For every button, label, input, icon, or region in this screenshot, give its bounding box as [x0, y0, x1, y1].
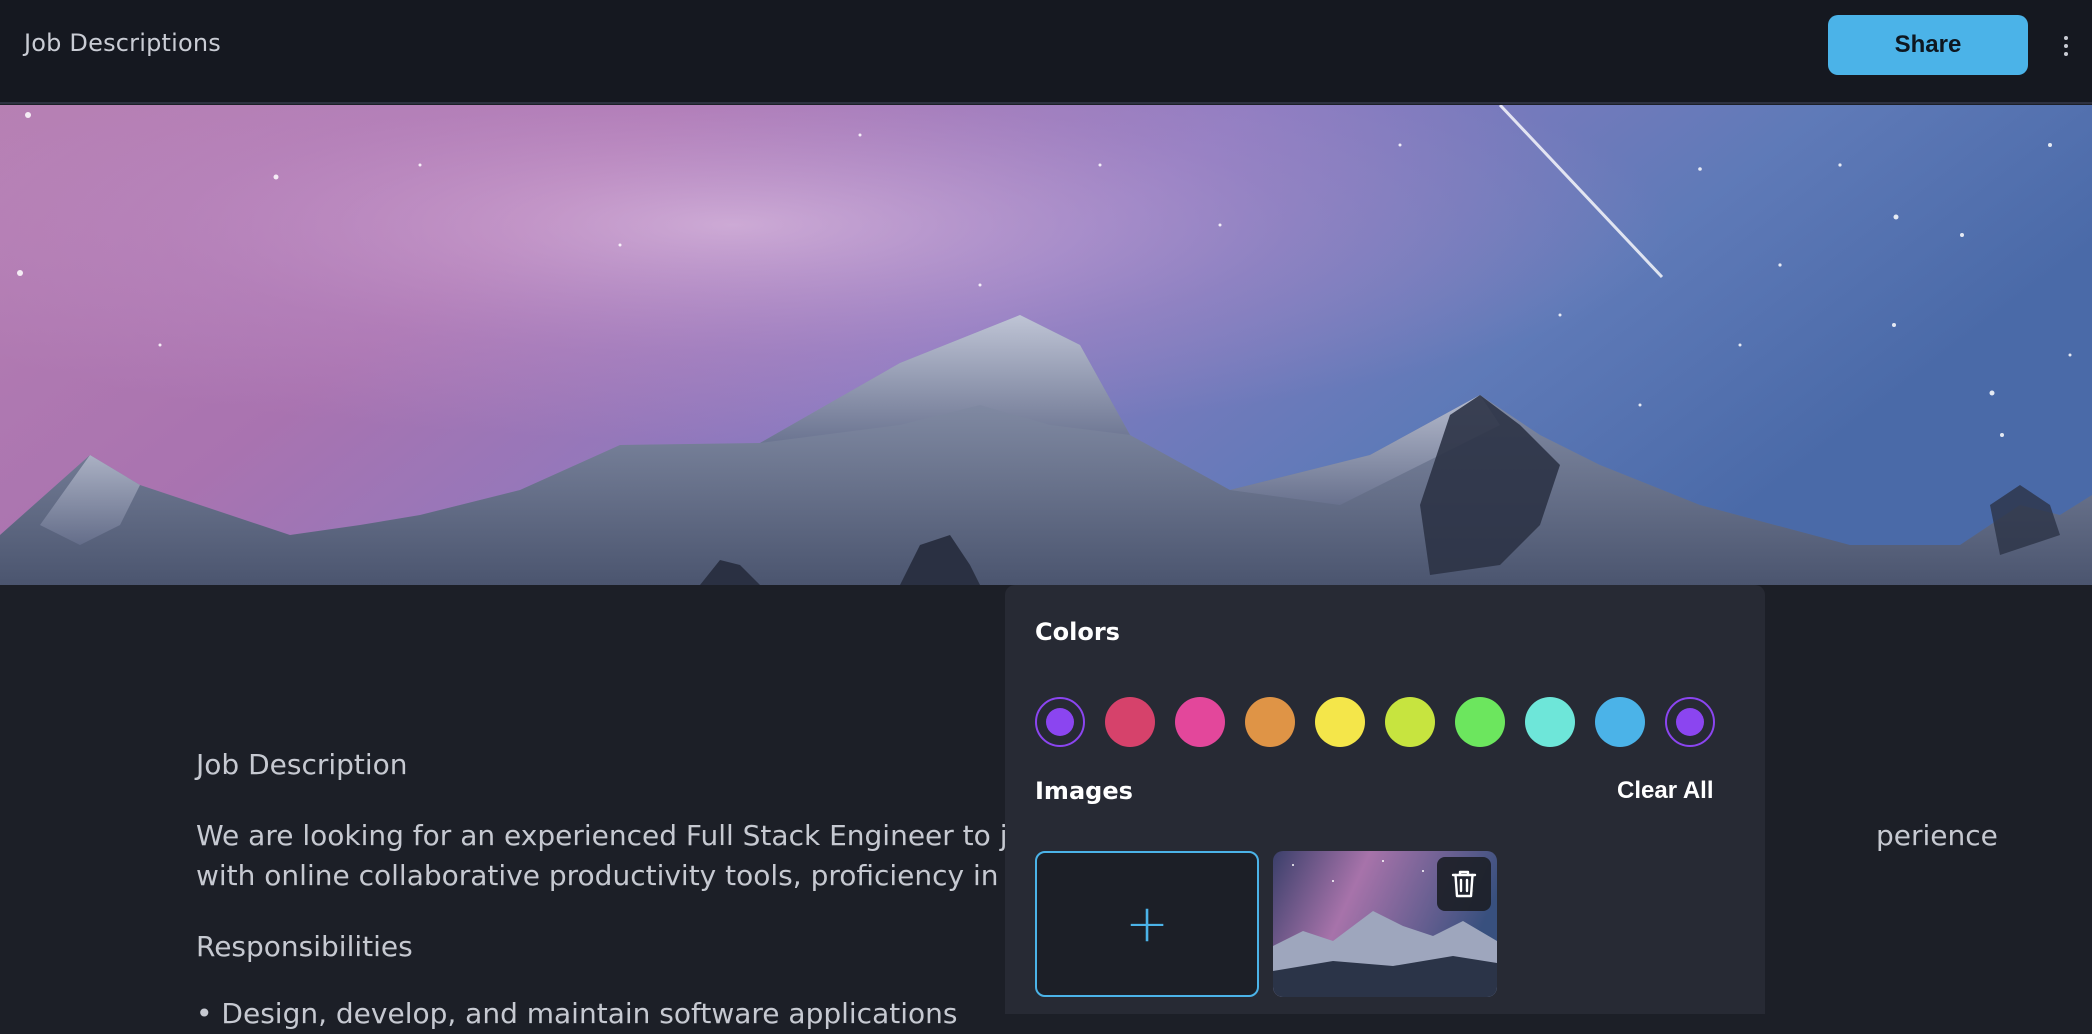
- job-description-heading: Job Description: [196, 748, 408, 781]
- trash-icon[interactable]: [1437, 857, 1491, 911]
- top-bar: Job Descriptions Share: [0, 0, 2092, 104]
- more-vertical-icon[interactable]: [2052, 28, 2080, 64]
- images-title: Images: [1035, 777, 1133, 805]
- add-image-button[interactable]: +: [1035, 851, 1259, 997]
- color-swatch-violet-2[interactable]: [1665, 697, 1715, 747]
- color-swatch-green[interactable]: [1455, 697, 1505, 747]
- color-swatch-teal[interactable]: [1525, 697, 1575, 747]
- intro-paragraph-line-2: with online collaborative productivity t…: [196, 859, 1027, 892]
- color-swatch-sky[interactable]: [1595, 697, 1645, 747]
- color-swatch-yellow[interactable]: [1315, 697, 1365, 747]
- responsibilities-heading: Responsibilities: [196, 930, 413, 963]
- page-title: Job Descriptions: [24, 29, 222, 57]
- clear-all-button[interactable]: Clear All: [1617, 777, 1713, 805]
- cover-banner-image[interactable]: [0, 105, 2092, 585]
- color-swatch-pink[interactable]: [1175, 697, 1225, 747]
- image-thumbnail[interactable]: [1273, 851, 1497, 997]
- color-swatch-crimson[interactable]: [1105, 697, 1155, 747]
- color-swatch-lime[interactable]: [1385, 697, 1435, 747]
- share-button[interactable]: Share: [1828, 15, 2028, 75]
- intro-paragraph-line-1: We are looking for an experienced Full S…: [196, 819, 1025, 852]
- responsibility-bullet: • Design, develop, and maintain software…: [196, 997, 958, 1030]
- intro-paragraph-line-1-tail: perience: [1876, 819, 1998, 852]
- color-swatch-violet[interactable]: [1035, 697, 1085, 747]
- cover-picker-panel: Colors Images Clear All +: [1005, 585, 1765, 1014]
- color-swatch-orange[interactable]: [1245, 697, 1295, 747]
- colors-title: Colors: [1035, 618, 1120, 646]
